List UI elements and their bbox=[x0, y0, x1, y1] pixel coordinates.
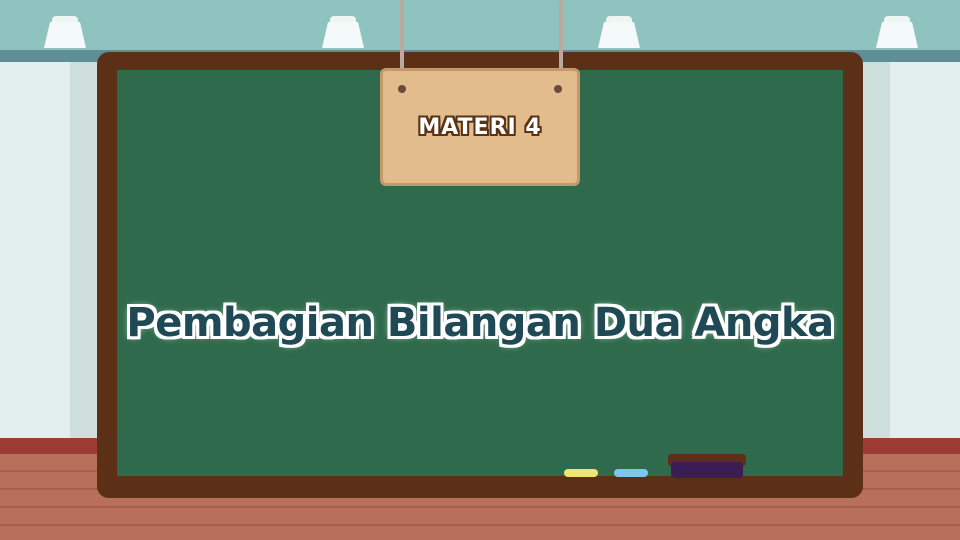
yellow-chalk-icon bbox=[564, 469, 598, 477]
eraser-icon bbox=[671, 462, 743, 478]
nail-icon bbox=[398, 85, 406, 93]
left-pillar bbox=[0, 62, 70, 440]
nail-icon bbox=[554, 85, 562, 93]
wall-top-band bbox=[0, 0, 960, 50]
blue-chalk-icon bbox=[614, 469, 648, 477]
sign-label: MATERI 4 bbox=[418, 114, 542, 140]
wooden-sign: MATERI 4 bbox=[380, 68, 580, 186]
lesson-title: Pembagian Bilangan Dua Angka bbox=[126, 300, 834, 346]
right-pillar bbox=[890, 62, 960, 440]
chalk-tray bbox=[97, 478, 863, 498]
ceiling-light-icon bbox=[598, 16, 640, 48]
ceiling-light-icon bbox=[322, 16, 364, 48]
ceiling-light-icon bbox=[44, 16, 86, 48]
ceiling-light-icon bbox=[876, 16, 918, 48]
